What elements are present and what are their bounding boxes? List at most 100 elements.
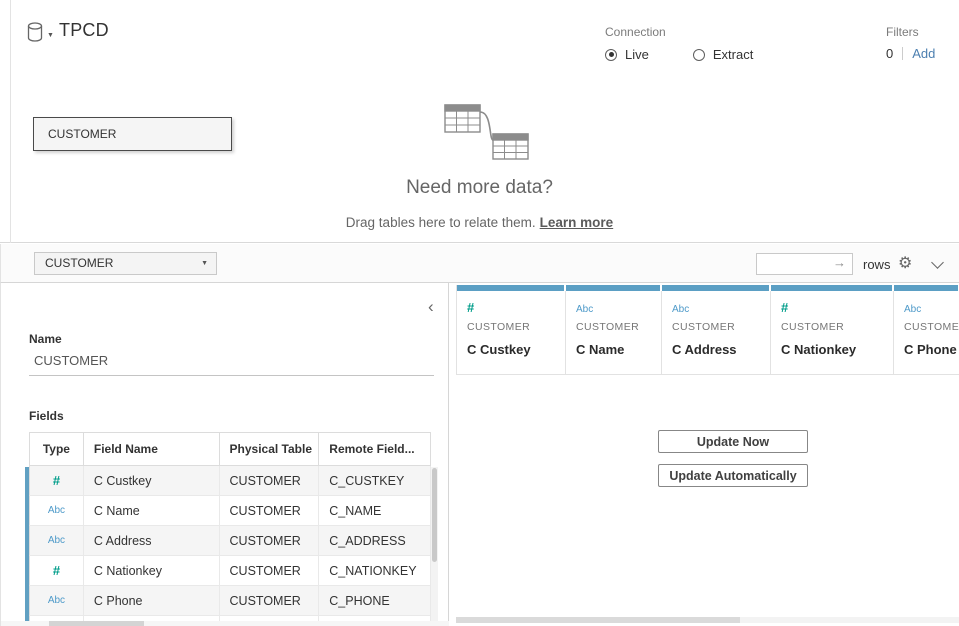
string-type-icon: Abc — [576, 304, 593, 315]
remote-field: C_CUSTKEY — [319, 466, 431, 495]
physical-table: CUSTOMER — [220, 466, 320, 495]
table-selector-dropdown[interactable]: CUSTOMER ▼ — [34, 252, 217, 275]
number-type-icon: # — [467, 300, 474, 315]
canvas-table-customer[interactable]: CUSTOMER — [33, 117, 232, 151]
collapse-panel-icon[interactable]: ‹ — [428, 298, 434, 315]
update-automatically-button[interactable]: Update Automatically — [658, 464, 808, 487]
remote-field: C_NAME — [319, 496, 431, 525]
tables-illustration-icon — [437, 96, 537, 164]
physical-table: CUSTOMER — [220, 496, 320, 525]
datasource-toolbar: CUSTOMER ▼ → rows ⚙ — [0, 244, 959, 283]
field-name: C Name — [84, 496, 220, 525]
number-type-icon: # — [53, 563, 60, 578]
radio-extract-circle[interactable] — [693, 49, 705, 61]
number-type-icon: # — [781, 300, 788, 315]
remote-field: C_ADDRESS — [319, 526, 431, 555]
physical-table: CUSTOMER — [220, 526, 320, 555]
table-selector-value: CUSTOMER — [45, 256, 113, 270]
canvas-left-border — [10, 0, 11, 243]
radio-live-circle[interactable] — [605, 49, 617, 61]
field-name: C Phone — [84, 586, 220, 615]
panel-horizontal-scrollbar-thumb[interactable] — [49, 621, 144, 626]
field-row[interactable]: Abc C Name CUSTOMER C_NAME — [29, 496, 431, 526]
column-table-name: CUSTOMER — [576, 321, 661, 333]
field-row[interactable]: Abc C Phone CUSTOMER C_PHONE — [29, 586, 431, 616]
radio-extract-label[interactable]: Extract — [713, 47, 753, 62]
learn-more-link[interactable]: Learn more — [540, 215, 614, 230]
caret-down-icon: ▼ — [47, 32, 54, 39]
column-field-name: C Custkey — [467, 342, 565, 357]
field-row[interactable]: Abc C Address CUSTOMER C_ADDRESS — [29, 526, 431, 556]
column-field-name: C Name — [576, 342, 661, 357]
physical-table: CUSTOMER — [220, 556, 320, 585]
grid-column-c-custkey[interactable]: # CUSTOMER C Custkey — [457, 285, 566, 375]
name-label: Name — [29, 332, 62, 346]
column-field-name: C Nationkey — [781, 342, 893, 357]
number-type-icon: # — [53, 473, 60, 488]
column-table-name: CUSTOMER — [904, 321, 959, 333]
field-row[interactable]: # C Nationkey CUSTOMER C_NATIONKEY — [29, 556, 431, 586]
radio-live[interactable]: Live — [605, 47, 649, 62]
physical-table: CUSTOMER — [220, 586, 320, 615]
field-row[interactable]: # C Custkey CUSTOMER C_CUSTKEY — [29, 466, 431, 496]
remote-field: C_NATIONKEY — [319, 556, 431, 585]
empty-state-hint: Drag tables here to relate them. Learn mo… — [0, 215, 959, 230]
column-table-name: CUSTOMER — [467, 321, 565, 333]
table-name-input[interactable]: CUSTOMER — [34, 353, 429, 368]
column-field-name: C Address — [672, 342, 770, 357]
data-grid: # CUSTOMER C Custkey Abc CUSTOMER C Name… — [449, 283, 959, 626]
column-field-name: C Phone — [904, 342, 959, 357]
caret-down-icon: ▼ — [201, 253, 208, 274]
chevron-down-icon[interactable] — [931, 256, 944, 269]
grid-column-c-address[interactable]: Abc CUSTOMER C Address — [662, 285, 771, 375]
bottom-section: ‹ Name CUSTOMER Fields Type Field Name P… — [0, 283, 959, 626]
filters-count: 0 — [886, 46, 893, 61]
grid-column-c-name[interactable]: Abc CUSTOMER C Name — [566, 285, 662, 375]
header-remote-field[interactable]: Remote Field... — [319, 433, 431, 465]
grid-column-c-nationkey[interactable]: # CUSTOMER C Nationkey — [771, 285, 894, 375]
string-type-icon: Abc — [48, 595, 65, 606]
rows-label: rows — [863, 257, 890, 272]
field-name: C Address — [84, 526, 220, 555]
column-table-name: CUSTOMER — [672, 321, 770, 333]
relationship-canvas: ▼ TPCD Connection Live Extract Filters 0… — [0, 0, 959, 243]
gear-icon[interactable]: ⚙ — [898, 253, 912, 273]
datasource-menu[interactable]: ▼ — [27, 22, 51, 46]
remote-field: C_PHONE — [319, 586, 431, 615]
filters-add-link[interactable]: Add — [912, 46, 935, 61]
header-type[interactable]: Type — [30, 433, 84, 465]
fields-table: Type Field Name Physical Table Remote Fi… — [29, 432, 431, 622]
data-grid-header-row: # CUSTOMER C Custkey Abc CUSTOMER C Name… — [456, 285, 959, 375]
string-type-icon: Abc — [48, 505, 65, 516]
name-input-underline — [29, 375, 434, 376]
grid-horizontal-scrollbar-thumb[interactable] — [456, 617, 740, 623]
field-name: C Nationkey — [84, 556, 220, 585]
empty-state-title: Need more data? — [0, 177, 959, 199]
radio-extract[interactable]: Extract — [693, 47, 753, 62]
selected-rows-accent-bar — [25, 467, 29, 622]
fields-label: Fields — [29, 409, 64, 423]
datasource-title: TPCD — [59, 20, 109, 41]
filters-block: Filters 0 Add — [886, 25, 935, 61]
connection-label: Connection — [605, 25, 797, 39]
database-icon — [27, 22, 44, 43]
filters-divider — [902, 47, 903, 60]
string-type-icon: Abc — [48, 535, 65, 546]
string-type-icon: Abc — [904, 304, 921, 315]
header-physical-table[interactable]: Physical Table — [220, 433, 320, 465]
field-name: C Custkey — [84, 466, 220, 495]
grid-column-c-phone[interactable]: Abc CUSTOMER C Phone — [894, 285, 959, 375]
rows-input-box: → — [756, 253, 853, 275]
table-details-panel: ‹ Name CUSTOMER Fields Type Field Name P… — [0, 283, 449, 626]
header-field-name[interactable]: Field Name — [84, 433, 220, 465]
arrow-right-icon: → — [833, 255, 846, 270]
filters-label: Filters — [886, 25, 935, 39]
empty-hint-text: Drag tables here to relate them. — [346, 215, 536, 230]
connection-block: Connection Live Extract — [605, 25, 797, 62]
grid-horizontal-scrollbar-track — [740, 617, 959, 623]
rows-input[interactable] — [757, 254, 827, 274]
update-now-button[interactable]: Update Now — [658, 430, 808, 453]
fields-table-header: Type Field Name Physical Table Remote Fi… — [29, 432, 431, 466]
fields-vertical-scrollbar-thumb[interactable] — [432, 468, 437, 562]
radio-live-label[interactable]: Live — [625, 47, 649, 62]
